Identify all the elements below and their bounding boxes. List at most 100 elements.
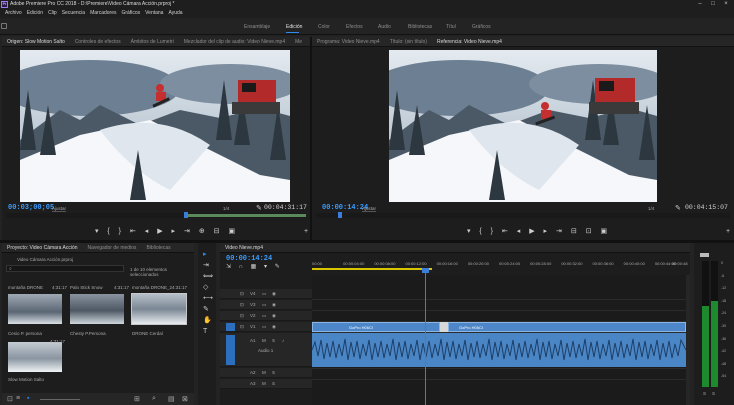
tab-overflow[interactable]: Me (290, 37, 307, 46)
hand-tool-icon[interactable]: ✋ (203, 317, 212, 324)
zoom-slider[interactable] (40, 399, 80, 400)
find-icon[interactable]: ⌕ (152, 395, 156, 403)
tab-audio-clip-mixer[interactable]: Mezclador del clip de audio: Video Nieve… (179, 37, 290, 46)
lock-icon[interactable]: ⊡ (240, 313, 244, 319)
transition-marker[interactable] (440, 322, 448, 332)
trash-icon[interactable]: ⊠ (182, 395, 188, 403)
workspace-bibliotecas[interactable]: Bibliotecas (408, 24, 432, 30)
meter-menu-icon[interactable] (700, 253, 709, 257)
video-clip[interactable]: GoPro H06CI (312, 322, 440, 332)
icon-view-icon[interactable]: ▪ (27, 395, 29, 402)
tab-title[interactable]: Título: (sin título) (385, 37, 432, 46)
lock-icon[interactable]: ⊡ (7, 395, 13, 403)
mute-button[interactable]: M (262, 338, 266, 343)
eye-icon[interactable]: ◉ (272, 291, 276, 297)
workspace-ensamblaje[interactable]: Ensamblaje (244, 24, 270, 30)
solo-button[interactable]: S (272, 338, 275, 343)
menu-secuencia[interactable]: Secuencia (62, 9, 85, 18)
workspace-efectos[interactable]: Efectos (346, 24, 363, 30)
source-video-frame[interactable] (20, 50, 290, 202)
program-scrub-bar[interactable] (316, 212, 730, 218)
program-playhead[interactable] (338, 212, 342, 218)
sync-icon[interactable]: ▭ (262, 313, 266, 319)
lock-icon[interactable]: ⊡ (240, 291, 244, 297)
project-thumbnail[interactable] (8, 294, 62, 324)
tab-media-browser[interactable]: Navegador de medios (83, 243, 142, 252)
source-resolution-dropdown[interactable]: 1/4 (223, 206, 229, 211)
new-item-icon[interactable]: ⊞ (134, 395, 140, 403)
source-playhead[interactable] (184, 212, 188, 218)
timeline-vertical-scrollbar[interactable] (686, 275, 690, 405)
ripple-edit-tool-icon[interactable]: ⟺ (203, 273, 213, 280)
timeline-ruler[interactable]: 00:00 00:00:04:00 00:00:08:00 00:00:12:00 00… (312, 255, 688, 275)
timeline-tool-icons[interactable]: ⇲ ∩ ▦ ▾ ✎ (226, 264, 296, 271)
tab-effect-controls[interactable]: Controles de efectos (70, 37, 126, 46)
video-clip[interactable]: GoPro H06CI (448, 322, 686, 332)
menu-clip[interactable]: Clip (48, 9, 57, 18)
type-tool-icon[interactable]: T (203, 328, 207, 335)
sync-icon[interactable]: ▭ (262, 291, 266, 297)
program-fit-dropdown[interactable]: Ajustar (362, 206, 377, 212)
workspace-color[interactable]: Color (318, 24, 330, 30)
tab-project[interactable]: Proyecto: Video Cámara Acción (2, 243, 83, 252)
project-search-input[interactable]: ⌕ (6, 265, 124, 272)
project-thumbnail[interactable] (70, 294, 124, 324)
source-scrub-bar[interactable] (6, 212, 306, 218)
tab-source[interactable]: Origen: Slow Motion Salto (2, 37, 70, 46)
program-transport-controls[interactable]: ▾ { } ⇤ ◂ ▶ ▸ ⇥ ⊟ ⊡ ▣ (462, 228, 612, 235)
menu-ayuda[interactable]: Ayuda (168, 9, 182, 18)
menu-graficos[interactable]: Gráficos (121, 9, 140, 18)
menu-archivo[interactable]: Archivo (5, 9, 22, 18)
minimize-icon[interactable]: – (694, 0, 706, 9)
solo-left-button[interactable]: S (703, 391, 706, 396)
solo-button[interactable]: S (272, 370, 275, 375)
selection-tool-icon[interactable]: ▸ (203, 251, 207, 258)
mute-button[interactable]: M (262, 370, 266, 375)
program-video-frame[interactable] (389, 50, 657, 202)
lock-icon[interactable]: ⊡ (240, 302, 244, 308)
project-thumbnail-selected[interactable] (131, 293, 187, 325)
program-resolution-dropdown[interactable]: 1/4 (648, 206, 654, 211)
timeline-timecode[interactable]: 00:00:14:24 (226, 255, 272, 263)
workspace-edicion[interactable]: Edición (286, 24, 302, 30)
menu-edicion[interactable]: Edición (27, 9, 43, 18)
program-add-button-icon[interactable]: + (724, 228, 732, 235)
tab-libraries[interactable]: Bibliotecas (141, 243, 175, 252)
tab-lumetri-scopes[interactable]: Ámbitos de Lumetri (126, 37, 179, 46)
source-fit-dropdown[interactable]: Ajustar (52, 206, 67, 212)
workspace-audio[interactable]: Audio (378, 24, 391, 30)
project-thumbnail[interactable] (8, 342, 62, 372)
slip-tool-icon[interactable]: ⟷ (203, 295, 213, 302)
mute-button[interactable]: M (262, 381, 266, 386)
list-view-icon[interactable]: ≡ (16, 395, 20, 402)
microphone-icon[interactable]: ♪ (282, 338, 284, 343)
pen-tool-icon[interactable]: ✎ (203, 306, 209, 313)
eye-icon[interactable]: ◉ (272, 313, 276, 319)
razor-tool-icon[interactable]: ◇ (203, 284, 208, 291)
new-bin-icon[interactable]: ▤ (168, 395, 175, 403)
wrench-icon[interactable]: ✎ (675, 204, 681, 212)
tab-sequence[interactable]: Video Nieve.mp4 (220, 243, 268, 252)
workspace-graficos[interactable]: Gráficos (472, 24, 491, 30)
sync-icon[interactable]: ▭ (262, 302, 266, 308)
sync-icon[interactable]: ▭ (262, 324, 266, 330)
source-transport-controls[interactable]: ▾ { } ⇤ ◂ ▶ ▸ ⇥ ⊕ ⊟ ▣ (80, 228, 250, 235)
home-icon[interactable] (1, 23, 7, 29)
eye-icon[interactable]: ◉ (272, 324, 276, 330)
menu-ventana[interactable]: Ventana (145, 9, 163, 18)
source-timecode[interactable]: 00:03;00;05 (8, 204, 54, 212)
solo-right-button[interactable]: S (712, 391, 715, 396)
timeline-playhead-handle[interactable] (422, 268, 429, 273)
tab-reference[interactable]: Referencia: Video Nieve.mp4 (432, 37, 507, 46)
source-add-button-icon[interactable]: + (302, 228, 310, 235)
maximize-icon[interactable]: □ (707, 0, 719, 9)
track-select-tool-icon[interactable]: ⇥ (203, 262, 209, 269)
eye-icon[interactable]: ◉ (272, 302, 276, 308)
audio-clip[interactable] (312, 333, 686, 367)
menu-marcadores[interactable]: Marcadores (90, 9, 116, 18)
work-area-bar[interactable] (312, 268, 432, 270)
timeline-playhead[interactable] (425, 272, 426, 405)
timeline-track-area[interactable]: GoPro H06CI GoPro H06CI (312, 268, 686, 405)
close-icon[interactable]: × (720, 0, 732, 9)
workspace-titulos[interactable]: Títul (446, 24, 456, 30)
